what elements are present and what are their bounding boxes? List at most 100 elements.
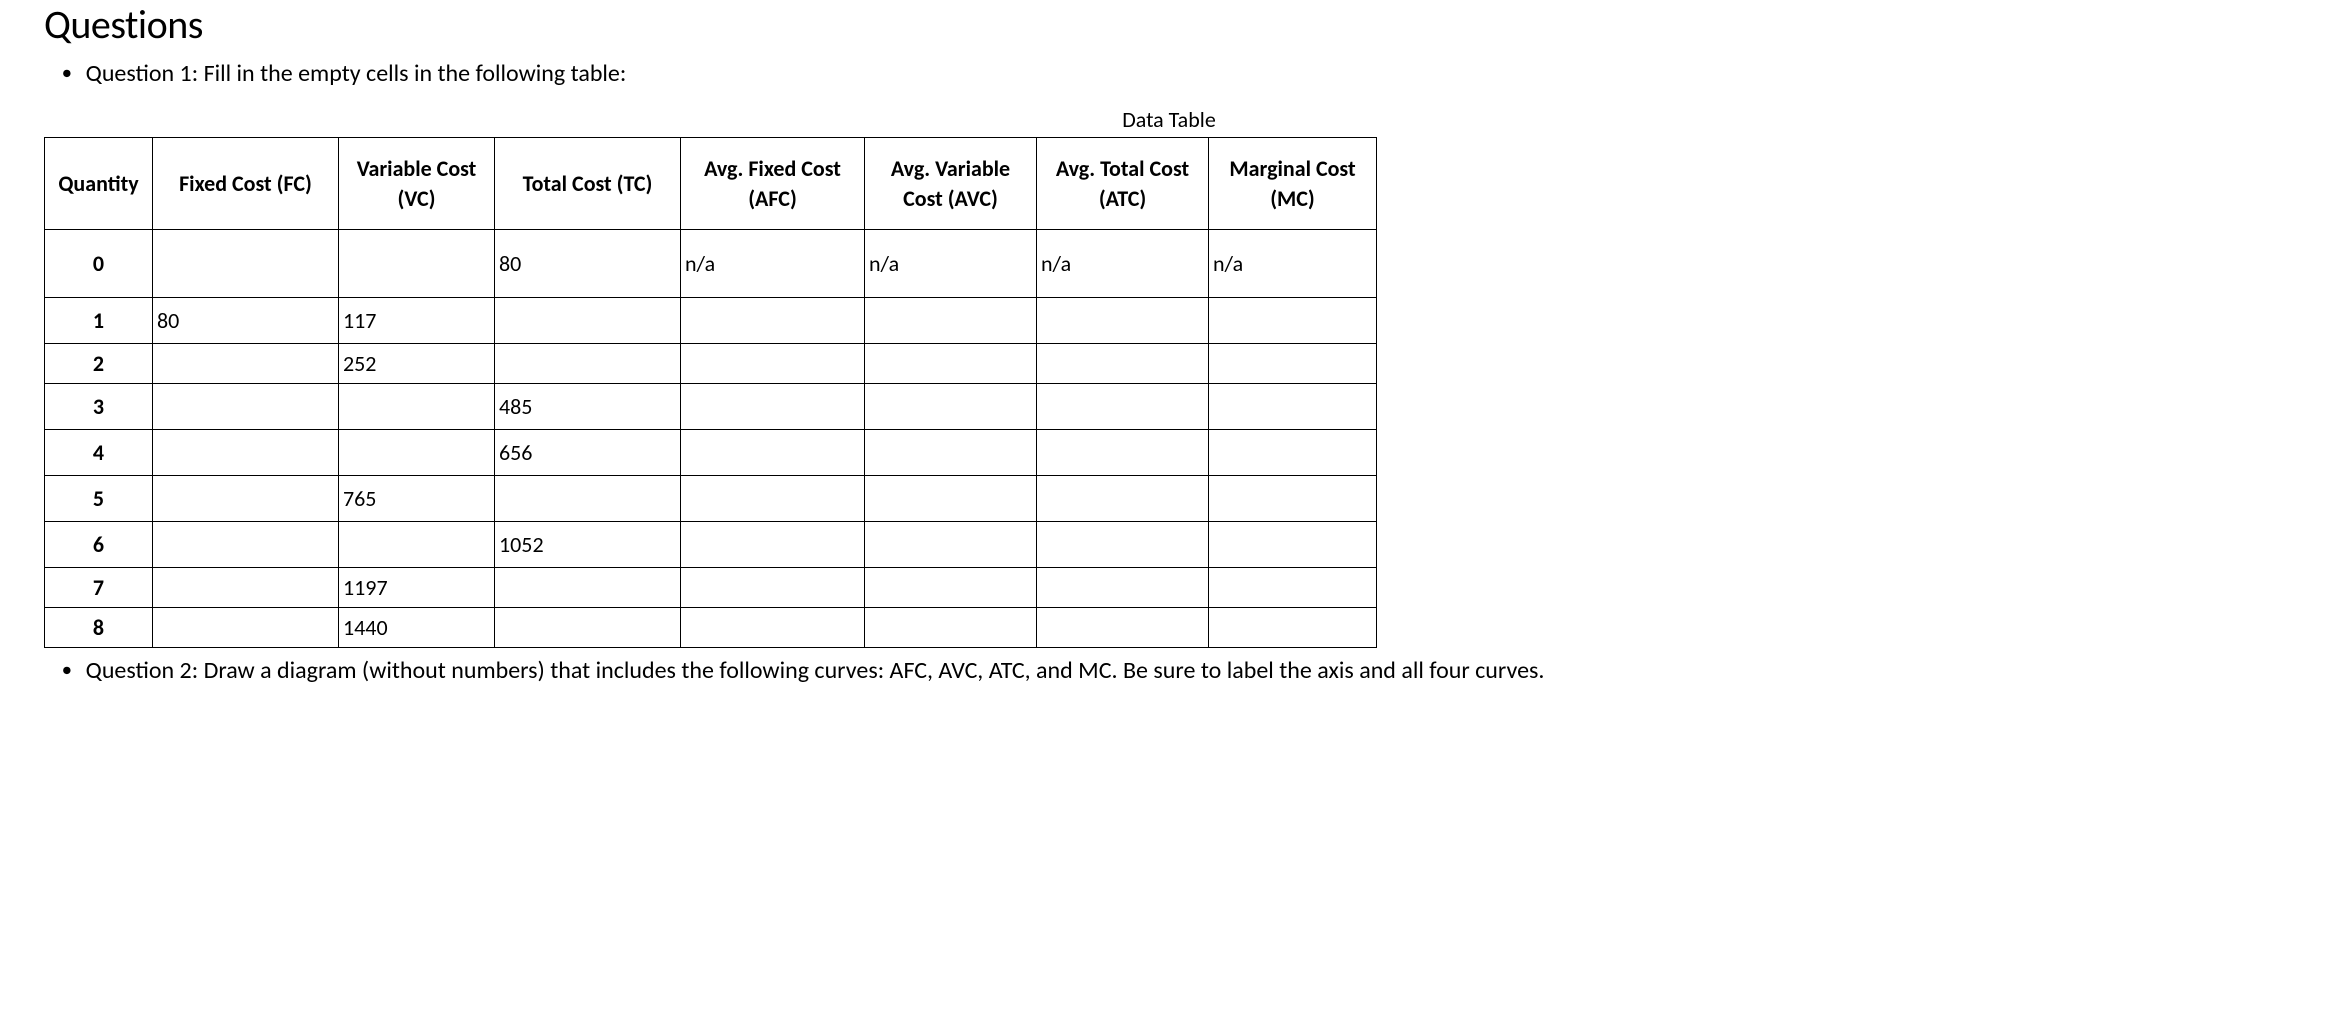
cell-avc [865, 344, 1037, 384]
header-fc: Fixed Cost (FC) [153, 138, 339, 230]
cell-afc [681, 476, 865, 522]
bullet-icon: ● [62, 661, 72, 680]
cell-avc [865, 298, 1037, 344]
cell-atc [1037, 568, 1209, 608]
cell-afc [681, 430, 865, 476]
cell-qty: 1 [45, 298, 153, 344]
data-table-wrapper: Data Table Quantity Fixed Cost (FC) Vari… [44, 106, 2294, 648]
header-mc: Marginal Cost (MC) [1209, 138, 1377, 230]
header-quantity: Quantity [45, 138, 153, 230]
cell-atc [1037, 430, 1209, 476]
cell-avc: n/a [865, 230, 1037, 298]
cell-qty: 0 [45, 230, 153, 298]
table-row: 8 1440 [45, 608, 1377, 648]
question-1-text: Question 1: Fill in the empty cells in t… [86, 59, 627, 88]
table-row: 0 80 n/a n/a n/a n/a [45, 230, 1377, 298]
header-afc: Avg. Fixed Cost (AFC) [681, 138, 865, 230]
cell-avc [865, 476, 1037, 522]
table-row: 7 1197 [45, 568, 1377, 608]
cell-afc [681, 384, 865, 430]
header-vc: Variable Cost (VC) [339, 138, 495, 230]
cell-fc [153, 608, 339, 648]
cell-qty: 6 [45, 522, 153, 568]
cell-avc [865, 384, 1037, 430]
cell-atc: n/a [1037, 230, 1209, 298]
cell-atc [1037, 608, 1209, 648]
cell-tc [495, 298, 681, 344]
cell-mc [1209, 344, 1377, 384]
cell-fc [153, 230, 339, 298]
table-body: 0 80 n/a n/a n/a n/a 1 80 117 [45, 230, 1377, 648]
bullet-icon: ● [62, 64, 72, 83]
header-tc: Total Cost (TC) [495, 138, 681, 230]
cell-qty: 8 [45, 608, 153, 648]
cell-tc [495, 476, 681, 522]
cost-table: Quantity Fixed Cost (FC) Variable Cost (… [44, 137, 1377, 648]
cell-avc [865, 608, 1037, 648]
cell-tc: 656 [495, 430, 681, 476]
cell-mc [1209, 568, 1377, 608]
cell-vc: 117 [339, 298, 495, 344]
cell-avc [865, 430, 1037, 476]
question-2-text: Question 2: Draw a diagram (without numb… [86, 656, 1545, 685]
cell-mc [1209, 430, 1377, 476]
cell-vc [339, 384, 495, 430]
cell-mc [1209, 476, 1377, 522]
cell-afc [681, 568, 865, 608]
cell-afc [681, 608, 865, 648]
cell-afc [681, 298, 865, 344]
table-row: 3 485 [45, 384, 1377, 430]
cell-afc: n/a [681, 230, 865, 298]
cell-atc [1037, 344, 1209, 384]
cell-avc [865, 568, 1037, 608]
cell-fc [153, 522, 339, 568]
table-row: 5 765 [45, 476, 1377, 522]
cell-fc: 80 [153, 298, 339, 344]
question-1: ● Question 1: Fill in the empty cells in… [62, 59, 2294, 88]
question-2: ● Question 2: Draw a diagram (without nu… [62, 656, 2294, 685]
cell-atc [1037, 522, 1209, 568]
cell-vc [339, 522, 495, 568]
cell-tc: 1052 [495, 522, 681, 568]
cell-vc [339, 230, 495, 298]
page-heading: Questions [44, 0, 2294, 49]
cell-qty: 3 [45, 384, 153, 430]
cell-qty: 2 [45, 344, 153, 384]
cell-tc [495, 608, 681, 648]
table-row: 4 656 [45, 430, 1377, 476]
cell-afc [681, 344, 865, 384]
cell-tc: 485 [495, 384, 681, 430]
cell-qty: 7 [45, 568, 153, 608]
cell-mc [1209, 522, 1377, 568]
cell-tc [495, 568, 681, 608]
cell-mc [1209, 298, 1377, 344]
cell-avc [865, 522, 1037, 568]
table-caption: Data Table [44, 106, 2294, 133]
cell-fc [153, 344, 339, 384]
cell-vc: 1197 [339, 568, 495, 608]
table-row: 1 80 117 [45, 298, 1377, 344]
cell-vc: 1440 [339, 608, 495, 648]
header-atc: Avg. Total Cost (ATC) [1037, 138, 1209, 230]
cell-tc: 80 [495, 230, 681, 298]
cell-afc [681, 522, 865, 568]
cell-atc [1037, 298, 1209, 344]
cell-fc [153, 430, 339, 476]
table-header-row: Quantity Fixed Cost (FC) Variable Cost (… [45, 138, 1377, 230]
cell-fc [153, 476, 339, 522]
cell-qty: 4 [45, 430, 153, 476]
header-avc: Avg. Variable Cost (AVC) [865, 138, 1037, 230]
cell-tc [495, 344, 681, 384]
cell-atc [1037, 476, 1209, 522]
cell-mc [1209, 384, 1377, 430]
cell-vc: 765 [339, 476, 495, 522]
cell-fc [153, 568, 339, 608]
cell-atc [1037, 384, 1209, 430]
cell-vc: 252 [339, 344, 495, 384]
table-row: 2 252 [45, 344, 1377, 384]
cell-mc: n/a [1209, 230, 1377, 298]
cell-mc [1209, 608, 1377, 648]
cell-qty: 5 [45, 476, 153, 522]
table-row: 6 1052 [45, 522, 1377, 568]
cell-vc [339, 430, 495, 476]
